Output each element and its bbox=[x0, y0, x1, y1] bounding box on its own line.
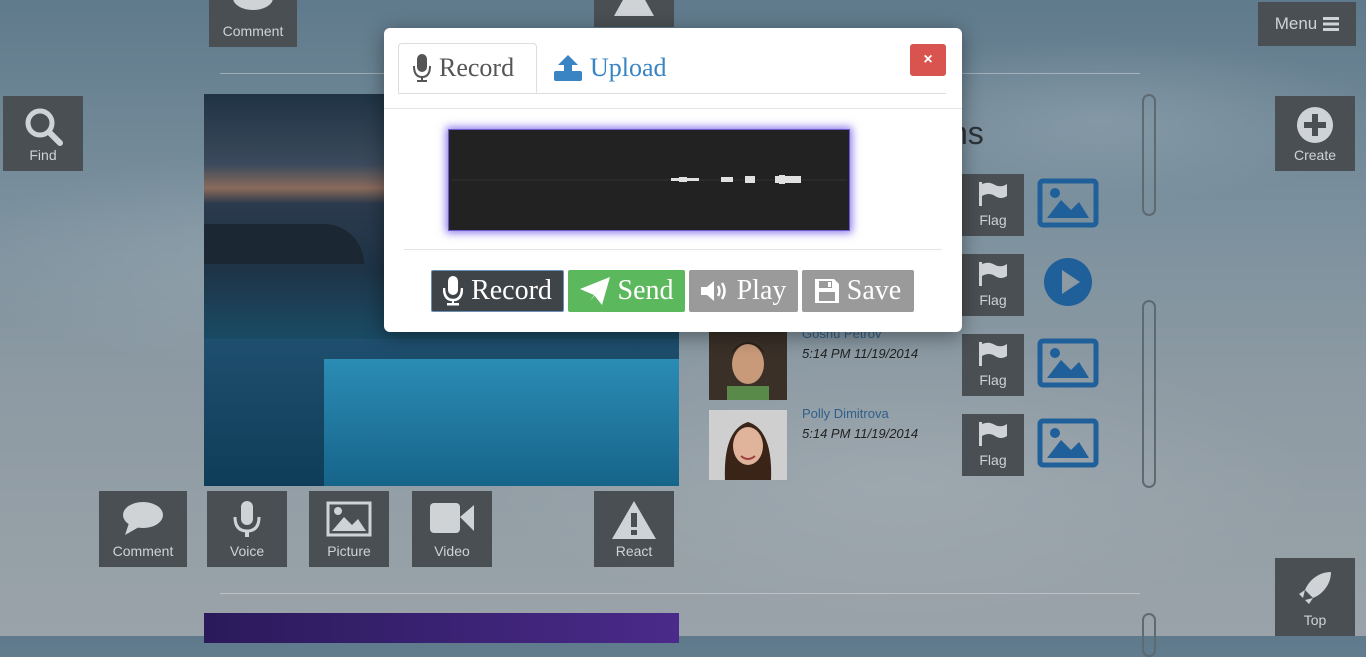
paper-plane-icon bbox=[579, 277, 610, 305]
microphone-icon bbox=[413, 54, 431, 82]
record-button-label: Record bbox=[471, 275, 552, 306]
divider bbox=[404, 249, 942, 250]
tab-upload-label: Upload bbox=[590, 52, 667, 82]
close-icon: × bbox=[923, 51, 933, 68]
microphone-icon bbox=[443, 276, 464, 306]
save-button[interactable]: Save bbox=[802, 270, 914, 312]
save-button-label: Save bbox=[846, 275, 902, 306]
play-button-label: Play bbox=[736, 275, 787, 306]
tab-record-label: Record bbox=[439, 53, 515, 82]
tab-record[interactable]: Record bbox=[398, 43, 537, 93]
upload-icon bbox=[554, 54, 582, 81]
tab-upload[interactable]: Upload bbox=[540, 43, 700, 92]
waveform-display bbox=[448, 129, 850, 231]
volume-icon bbox=[700, 281, 726, 301]
floppy-disk-icon bbox=[814, 279, 839, 303]
play-button[interactable]: Play bbox=[689, 270, 798, 312]
close-button[interactable]: × bbox=[910, 44, 946, 76]
voice-modal: Record Upload × Record Send Play Save bbox=[384, 28, 962, 332]
modal-tabs: Record Upload bbox=[398, 43, 946, 94]
record-button[interactable]: Record bbox=[431, 270, 564, 312]
send-button-label: Send bbox=[617, 275, 674, 306]
send-button[interactable]: Send bbox=[568, 270, 685, 312]
divider bbox=[384, 108, 962, 109]
